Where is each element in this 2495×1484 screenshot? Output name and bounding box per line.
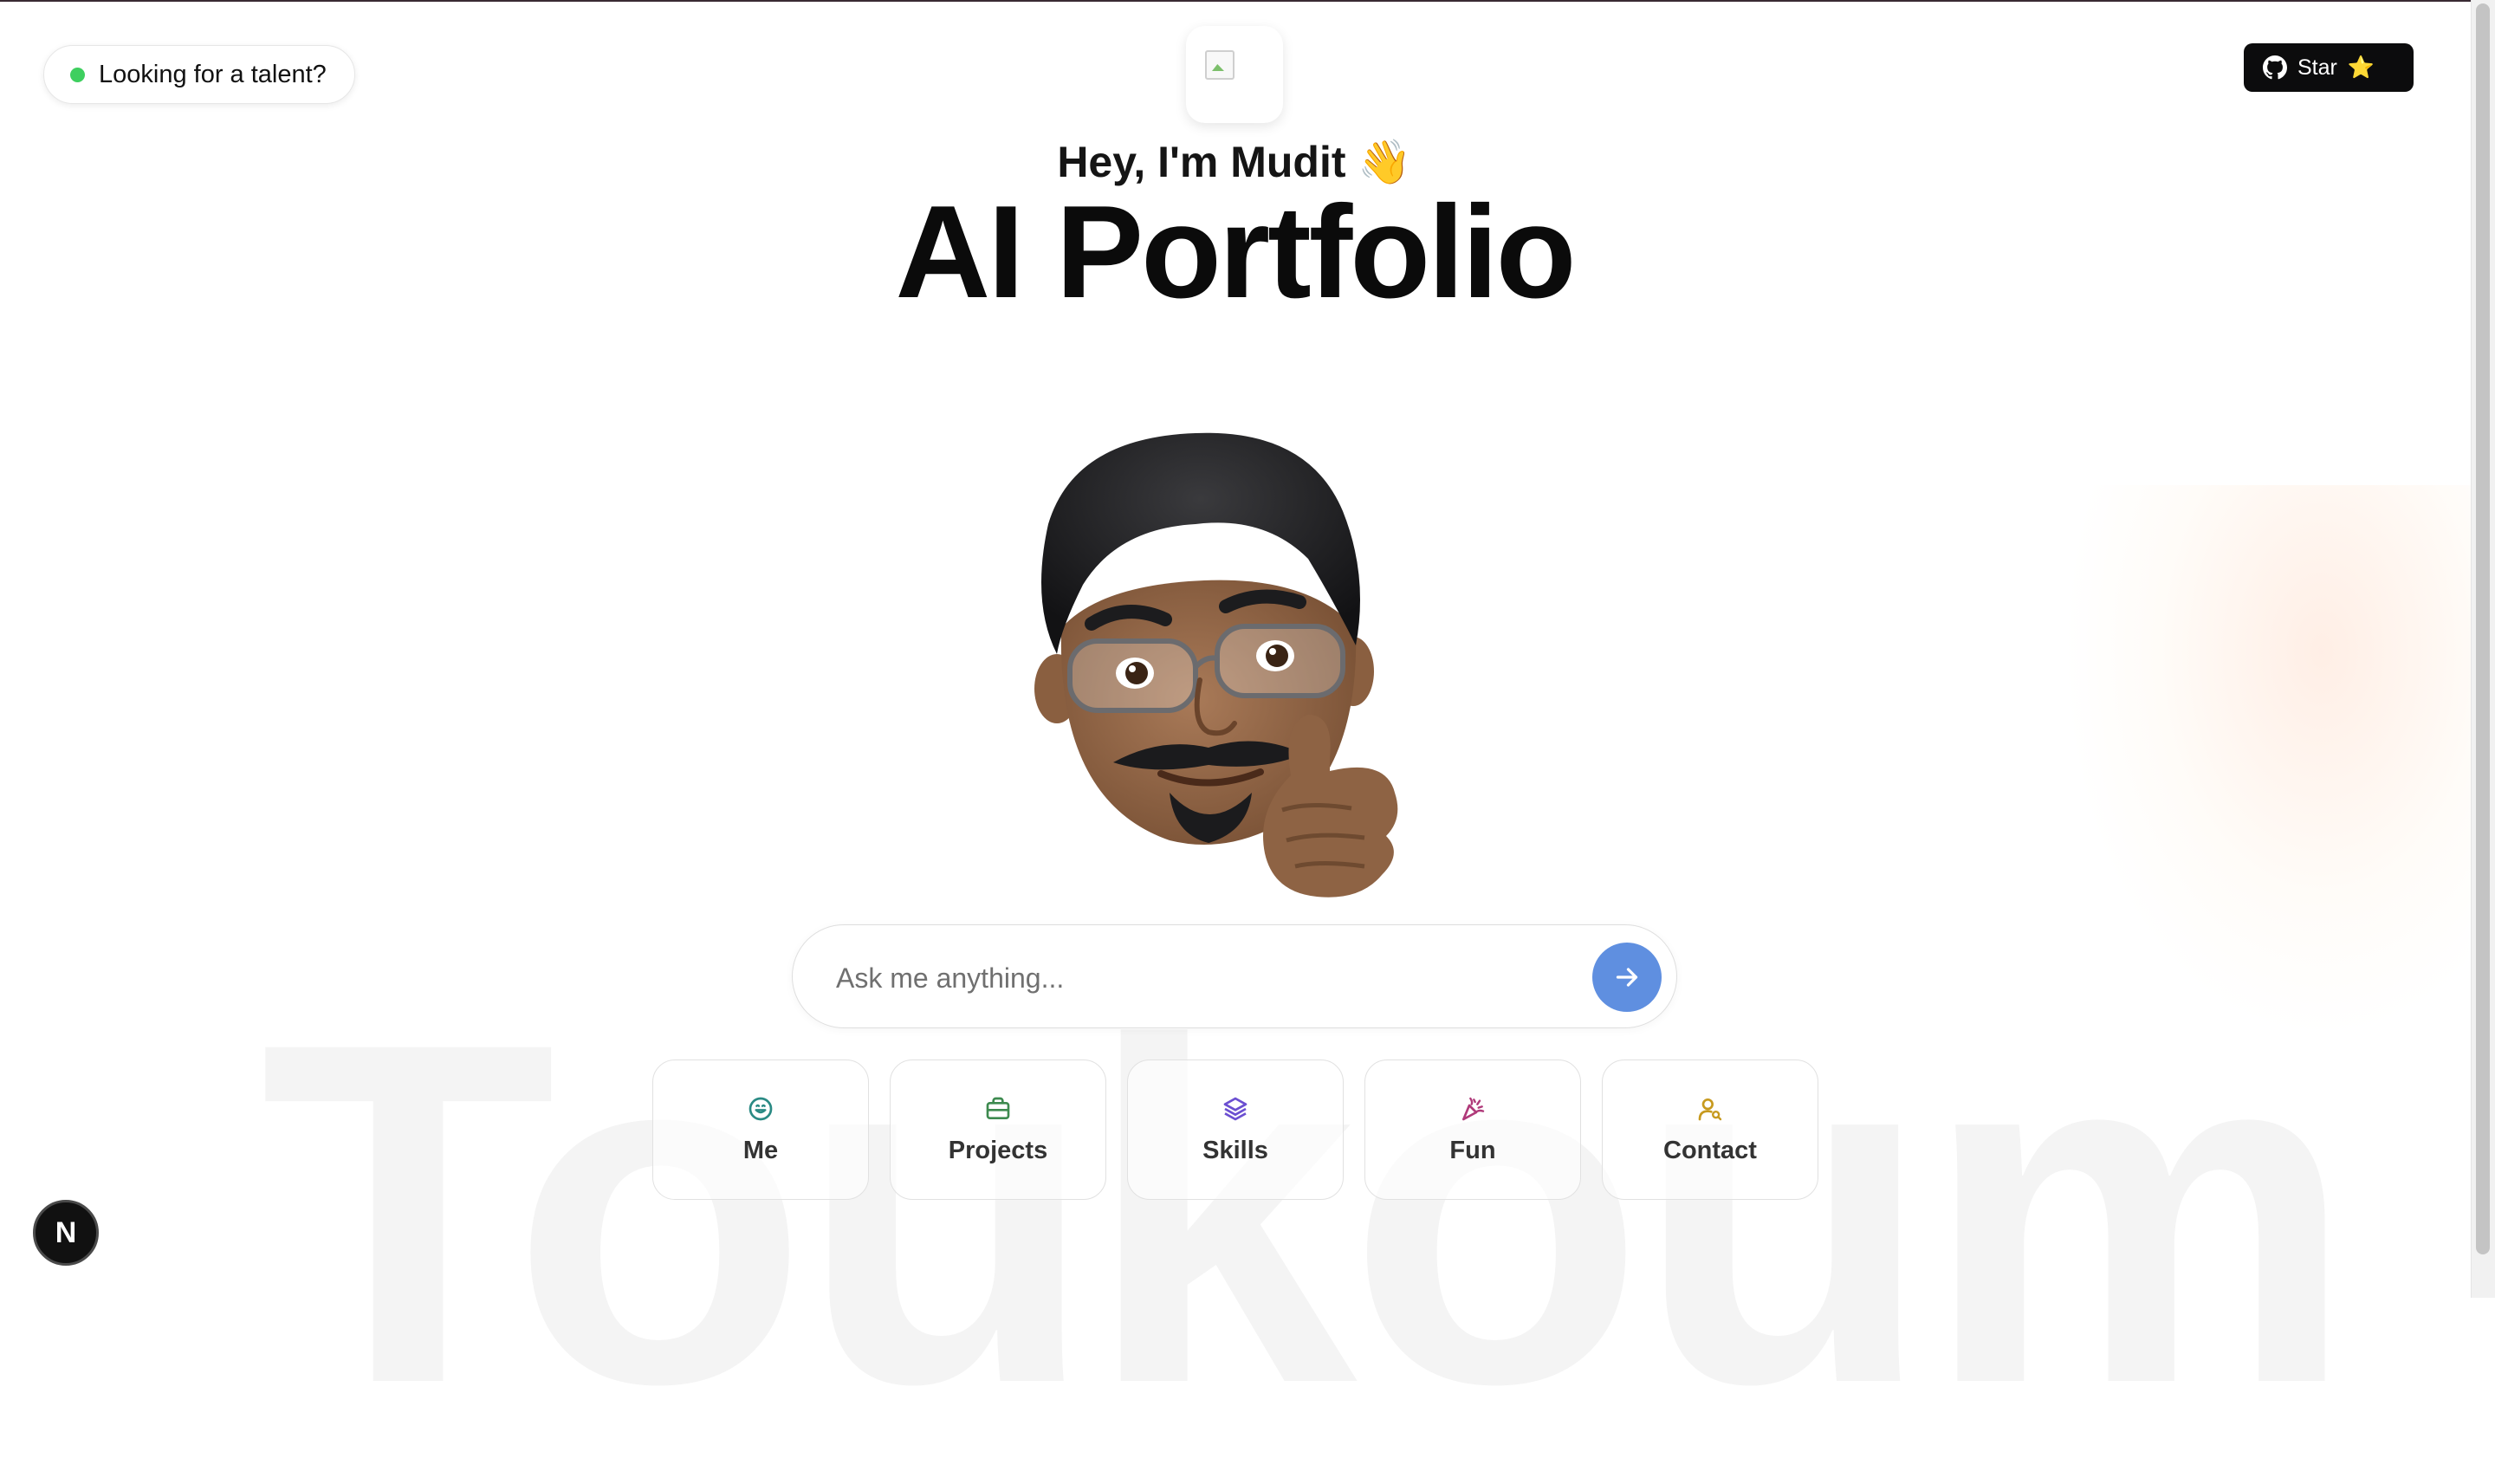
quick-action-fun[interactable]: Fun [1364, 1060, 1581, 1200]
logo[interactable] [1186, 26, 1283, 123]
talent-label: Looking for a talent? [99, 60, 327, 88]
arrow-right-icon [1616, 968, 1638, 987]
nextjs-badge[interactable]: N [33, 1200, 99, 1266]
memoji-avatar [1034, 432, 1398, 898]
quick-action-projects[interactable]: Projects [890, 1060, 1106, 1200]
quick-action-label: Projects [948, 1136, 1048, 1164]
party-popper-icon [1462, 1097, 1485, 1120]
star-icon: ⭐ [2347, 55, 2375, 80]
nextjs-icon: N [55, 1215, 77, 1249]
smile-icon [748, 1097, 773, 1120]
quick-action-contact[interactable]: Contact [1602, 1060, 1818, 1200]
top-border [0, 0, 2495, 2]
background-word: Toukoum [260, 942, 2355, 1484]
status-dot-icon [70, 67, 85, 82]
quick-action-me[interactable]: Me [652, 1060, 869, 1200]
quick-actions: Me Projects Skills Fun Contact [652, 1060, 1818, 1200]
chat-input-container [792, 924, 1677, 1028]
page-title: AI Portfolio [895, 178, 1576, 326]
github-star-button[interactable]: Star ⭐ [2244, 43, 2414, 92]
quick-action-label: Fun [1449, 1136, 1496, 1164]
quick-action-skills[interactable]: Skills [1127, 1060, 1344, 1200]
chat-input[interactable] [834, 951, 1496, 1005]
star-label: Star [2297, 55, 2337, 80]
send-button[interactable] [1592, 943, 1662, 1012]
broken-image-icon [1205, 50, 1235, 80]
quick-action-label: Me [742, 1136, 779, 1164]
quick-action-label: Skills [1202, 1136, 1268, 1164]
layers-icon [1223, 1097, 1248, 1120]
scrollbar-thumb[interactable] [2476, 3, 2490, 1254]
looking-for-talent-button[interactable]: Looking for a talent? [43, 45, 355, 104]
quick-action-label: Contact [1663, 1136, 1757, 1164]
briefcase-icon [986, 1097, 1010, 1119]
github-icon [2263, 55, 2287, 80]
user-search-icon [1698, 1098, 1722, 1120]
